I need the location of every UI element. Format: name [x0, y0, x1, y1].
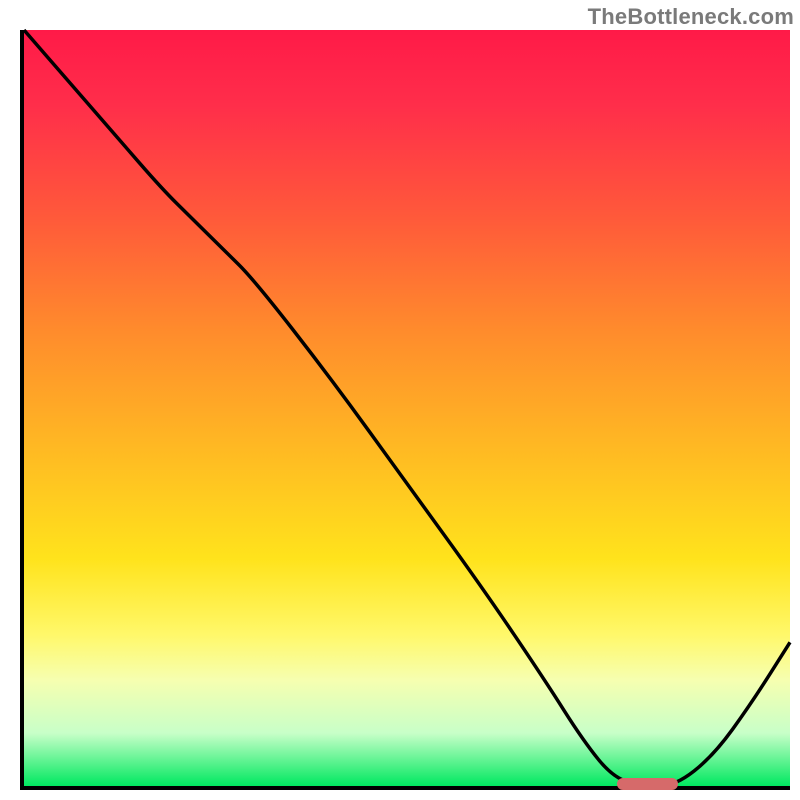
optimal-range-marker — [617, 778, 679, 790]
curve-svg — [24, 30, 790, 786]
bottleneck-curve — [24, 30, 790, 786]
chart-container: TheBottleneck.com — [0, 0, 800, 800]
attribution-label: TheBottleneck.com — [588, 4, 794, 30]
plot-area — [20, 30, 790, 790]
